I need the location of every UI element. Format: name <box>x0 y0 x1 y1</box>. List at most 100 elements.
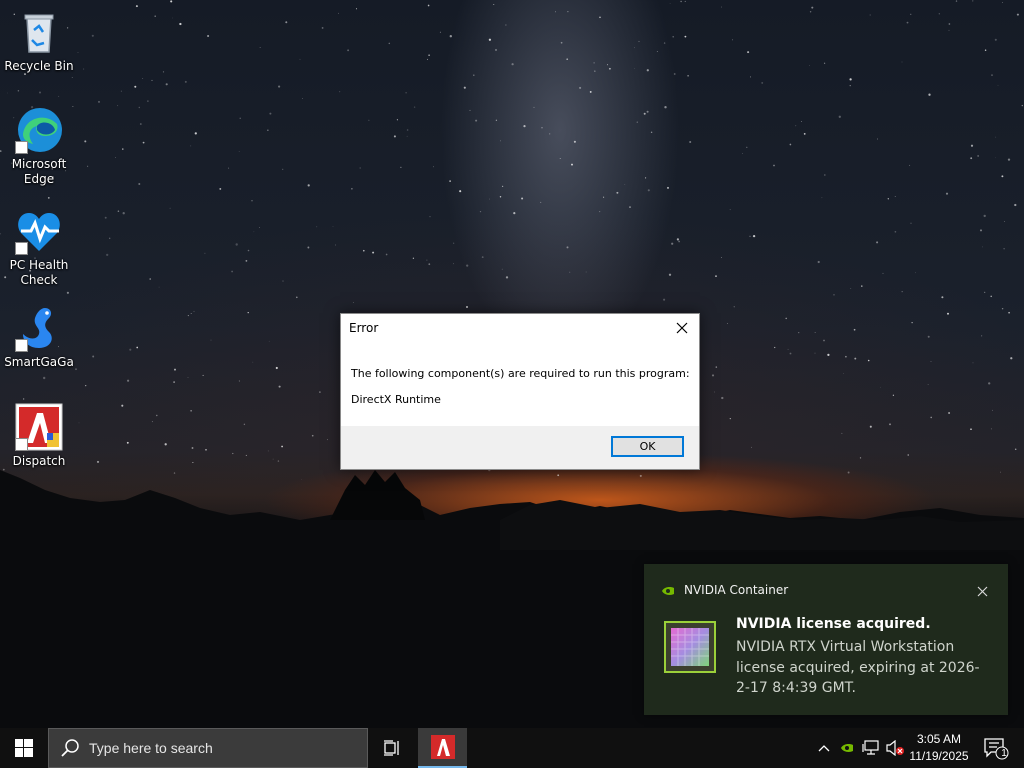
tray-volume[interactable] <box>884 728 906 768</box>
star <box>117 105 119 107</box>
star <box>560 41 563 44</box>
action-center-button[interactable]: 1 <box>976 728 1016 768</box>
taskbar-app-dispatch[interactable] <box>418 728 467 768</box>
star <box>169 207 171 209</box>
star <box>991 74 993 76</box>
star <box>997 84 999 86</box>
star <box>311 434 314 437</box>
star <box>363 249 365 252</box>
star <box>321 26 324 29</box>
star <box>636 121 638 123</box>
star <box>190 410 192 412</box>
star <box>747 51 750 54</box>
star <box>75 368 77 371</box>
desktop-icon-recycle-bin[interactable]: Recycle Bin <box>4 8 74 74</box>
star <box>634 68 635 69</box>
star <box>761 81 764 84</box>
desktop-icon-smartgaga[interactable]: SmartGaGa <box>4 304 74 370</box>
star <box>142 141 145 144</box>
taskbar-search-box[interactable]: Type here to search <box>48 728 368 768</box>
star <box>489 198 490 200</box>
star <box>521 197 524 200</box>
star <box>646 69 649 72</box>
star <box>752 234 756 238</box>
tray-nvidia[interactable] <box>838 728 856 768</box>
star <box>684 0 686 2</box>
star <box>571 163 573 166</box>
star <box>887 198 889 200</box>
star <box>809 65 810 67</box>
star <box>849 78 852 81</box>
star <box>428 54 430 57</box>
smartgaga-icon <box>15 304 63 352</box>
star <box>136 346 139 349</box>
star <box>426 58 429 60</box>
star <box>927 384 929 385</box>
star <box>817 260 820 264</box>
star <box>646 110 649 113</box>
star <box>845 355 847 358</box>
star <box>995 136 997 138</box>
star <box>930 416 932 419</box>
star <box>281 445 283 448</box>
star <box>901 291 903 293</box>
desktop-icon-pc-health-check[interactable]: PC Health Check <box>4 207 74 288</box>
star <box>339 91 341 93</box>
star <box>245 259 248 262</box>
star <box>453 263 455 265</box>
star <box>138 182 141 186</box>
star <box>833 294 835 296</box>
star <box>809 11 812 13</box>
star <box>278 385 281 388</box>
star <box>115 157 116 158</box>
star <box>732 39 734 41</box>
star <box>599 16 601 19</box>
star <box>239 117 241 119</box>
notification-toast[interactable]: NVIDIA Container NVIDIA license acquired… <box>644 564 1008 715</box>
star <box>947 312 949 315</box>
desktop-icon-microsoft-edge[interactable]: Microsoft Edge <box>4 106 74 187</box>
star <box>335 244 337 246</box>
star <box>162 71 165 73</box>
star <box>594 70 596 72</box>
star <box>170 0 173 3</box>
star <box>134 85 137 88</box>
star <box>469 109 471 111</box>
edge-icon <box>15 106 63 154</box>
star <box>0 150 2 153</box>
star <box>789 352 792 355</box>
star <box>307 246 310 249</box>
star <box>207 34 210 38</box>
star <box>122 148 124 150</box>
star <box>948 29 950 31</box>
star <box>1014 448 1017 450</box>
star <box>231 270 233 273</box>
tray-network[interactable] <box>860 728 882 768</box>
star <box>945 192 949 195</box>
star <box>741 153 743 154</box>
ok-button[interactable]: OK <box>611 436 684 457</box>
star <box>915 272 916 274</box>
star <box>687 75 689 77</box>
star <box>1014 203 1017 207</box>
start-button[interactable] <box>0 728 48 768</box>
star <box>928 93 931 96</box>
show-hidden-icons-button[interactable] <box>814 728 834 768</box>
desktop-icon-dispatch[interactable]: Dispatch <box>4 403 74 469</box>
notification-close-button[interactable] <box>977 582 988 601</box>
star <box>672 36 674 38</box>
star <box>938 13 940 15</box>
star <box>355 8 358 10</box>
dialog-close-button[interactable] <box>671 318 693 338</box>
dialog-footer: OK <box>341 426 699 469</box>
taskbar-clock[interactable]: 3:05 AM 11/19/2025 <box>906 731 972 765</box>
star <box>426 259 428 261</box>
star <box>449 35 452 38</box>
star <box>488 38 492 41</box>
task-view-button[interactable] <box>370 728 414 768</box>
star <box>970 144 974 147</box>
star <box>785 317 787 320</box>
star <box>406 129 409 131</box>
desktop-icon-label: Recycle Bin <box>4 59 74 73</box>
star <box>861 285 863 287</box>
